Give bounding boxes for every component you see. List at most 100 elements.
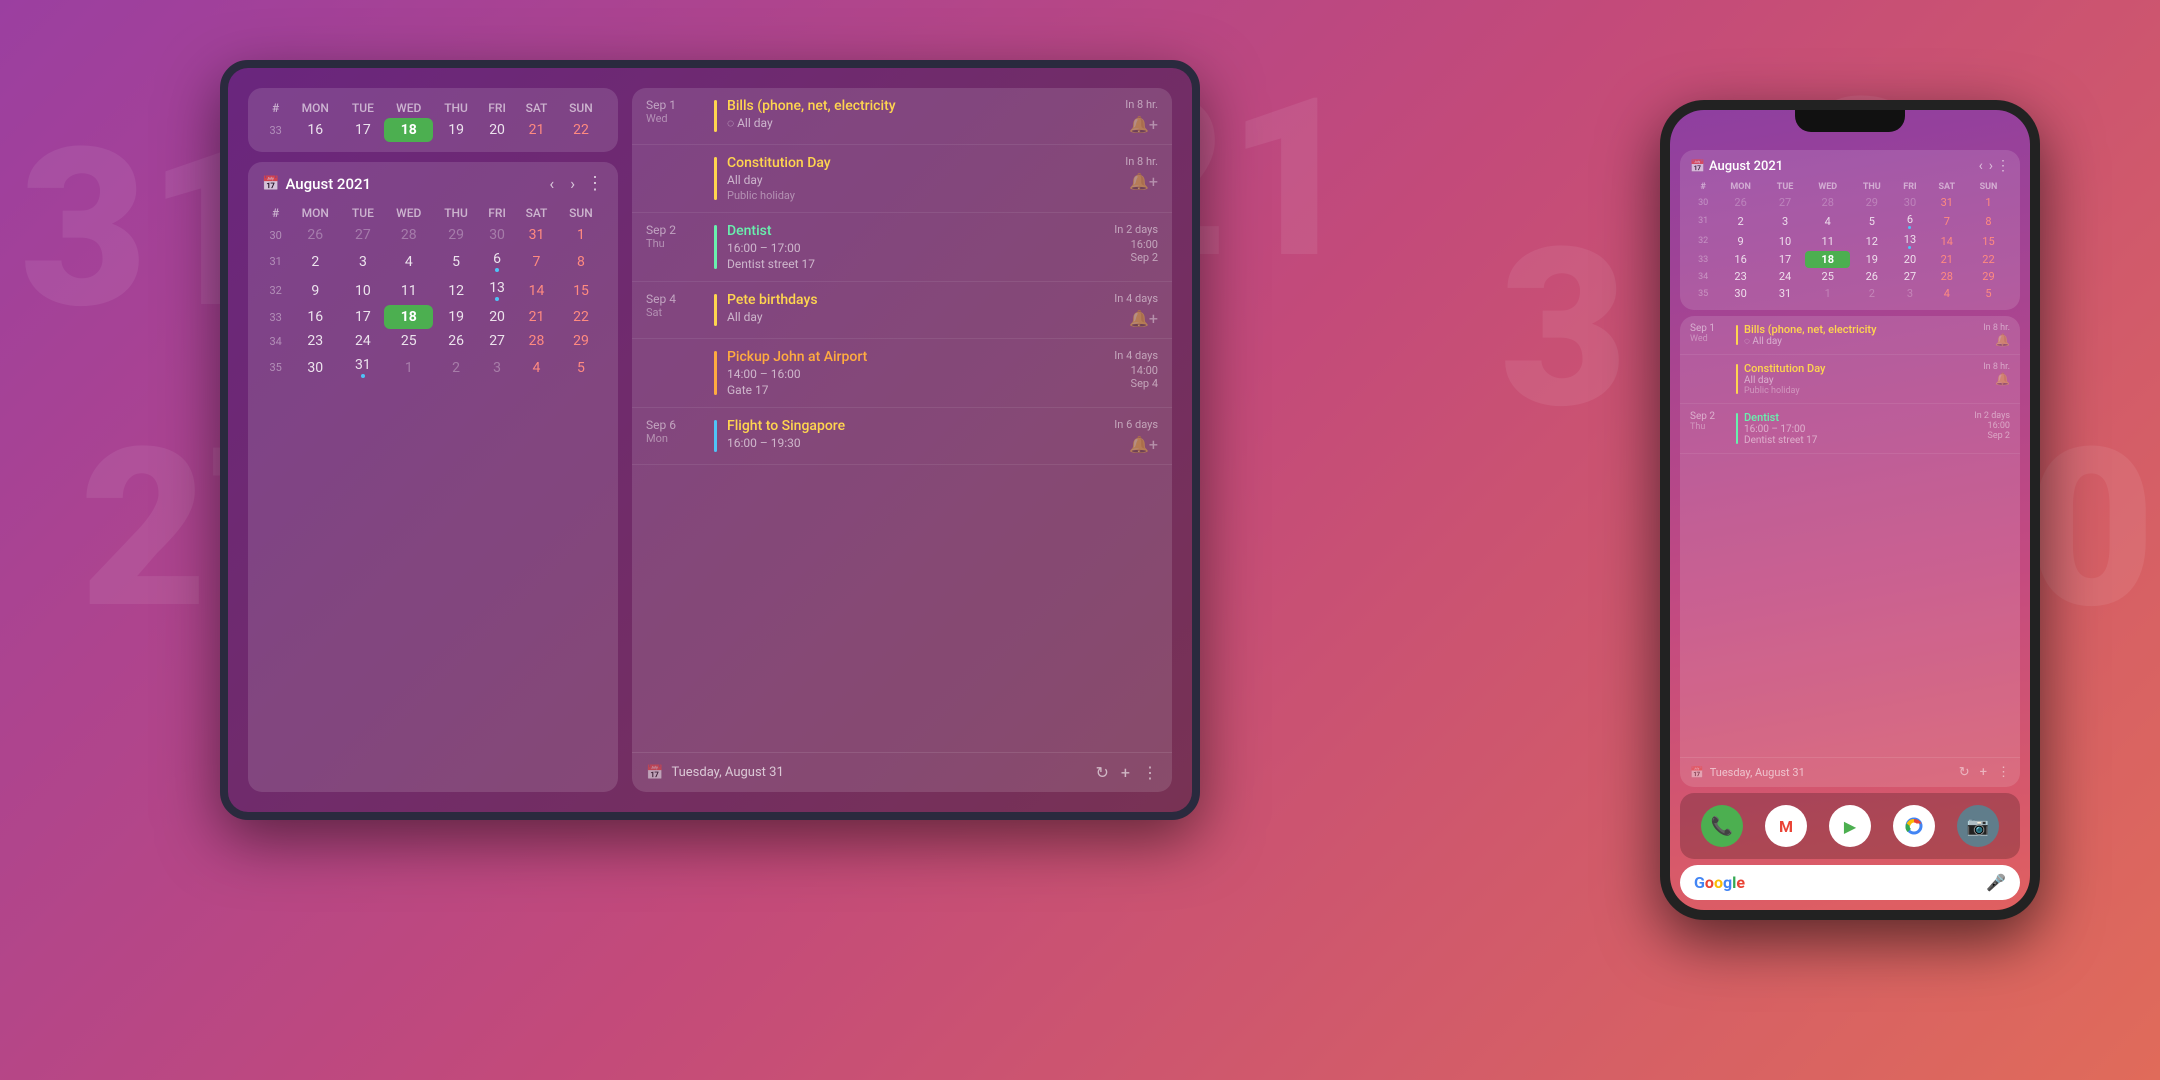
phone-event-item[interactable]: Constitution Day All day Public holiday …	[1680, 355, 2020, 404]
cal-day[interactable]: 25	[1805, 268, 1850, 285]
calendar-more-button[interactable]: ⋮	[586, 173, 604, 194]
event-item[interactable]: Sep 4 Sat Pete birthdays All day In 4 da…	[632, 282, 1172, 339]
next-month-button[interactable]: ›	[565, 172, 580, 195]
cal-day[interactable]: 1	[1805, 285, 1850, 302]
cal-day[interactable]: 28	[515, 329, 558, 353]
cal-day[interactable]: 24	[341, 329, 384, 353]
cal-day[interactable]: 7	[1927, 211, 1967, 231]
cal-day[interactable]: 25	[384, 329, 433, 353]
cal-day[interactable]: 22	[1967, 251, 2010, 268]
cal-day[interactable]: 4	[515, 353, 558, 382]
cal-day[interactable]: 16	[289, 118, 341, 142]
cal-day[interactable]: 20	[479, 305, 515, 329]
cal-day[interactable]: 21	[515, 305, 558, 329]
cal-day[interactable]: 13	[479, 276, 515, 305]
cal-day[interactable]: 16	[1716, 251, 1765, 268]
chrome-app-icon[interactable]	[1893, 805, 1935, 847]
cal-day[interactable]: 11	[1805, 231, 1850, 251]
phone-next-month-button[interactable]: ›	[1986, 158, 1996, 174]
phone-add-button[interactable]: +	[1980, 765, 1987, 780]
cal-day-today[interactable]: 18	[384, 118, 433, 142]
cal-day[interactable]: 29	[1967, 268, 2010, 285]
refresh-button[interactable]: ↻	[1096, 763, 1109, 782]
cal-day[interactable]: 27	[1765, 194, 1805, 211]
cal-day[interactable]: 8	[558, 247, 604, 276]
cal-day[interactable]: 28	[384, 223, 433, 247]
cal-day[interactable]: 31	[1927, 194, 1967, 211]
cal-day[interactable]: 28	[1927, 268, 1967, 285]
phone-calendar-widget[interactable]: 📅 August 2021 ‹ › ⋮ # MON TUE WED THU	[1680, 150, 2020, 310]
cal-day[interactable]: 5	[1967, 285, 2010, 302]
cal-day[interactable]: 4	[1805, 211, 1850, 231]
cal-day-today[interactable]: 18	[1805, 251, 1850, 268]
cal-day[interactable]: 30	[1716, 285, 1765, 302]
more-options-button[interactable]: ⋮	[1142, 763, 1158, 782]
cal-day[interactable]: 9	[289, 276, 341, 305]
phone-alarm-button[interactable]: 🔔	[1995, 333, 2010, 347]
cal-day[interactable]: 10	[1765, 231, 1805, 251]
cal-day[interactable]: 17	[341, 305, 384, 329]
cal-day[interactable]: 2	[1850, 285, 1893, 302]
phone-app-icon[interactable]: 📞	[1701, 805, 1743, 847]
cal-day[interactable]: 22	[558, 305, 604, 329]
cal-day[interactable]: 30	[289, 353, 341, 382]
event-item[interactable]: Sep 6 Mon Flight to Singapore 16:00 – 19…	[632, 408, 1172, 465]
cal-day[interactable]: 8	[1967, 211, 2010, 231]
cal-day[interactable]: 19	[433, 305, 479, 329]
event-item[interactable]: Constitution Day All day Public holiday …	[632, 145, 1172, 213]
google-assistant-icon[interactable]: 🎤	[1986, 873, 2006, 892]
cal-day[interactable]: 16	[289, 305, 341, 329]
cal-day[interactable]: 17	[1765, 251, 1805, 268]
phone-search-bar[interactable]: Google 🎤	[1680, 865, 2020, 900]
event-item[interactable]: Sep 1 Wed Bills (phone, net, electricity…	[632, 88, 1172, 145]
cal-day[interactable]: 1	[1967, 194, 2010, 211]
cal-day[interactable]: 26	[433, 329, 479, 353]
cal-day[interactable]: 4	[1927, 285, 1967, 302]
phone-more-button[interactable]: ⋮	[1997, 765, 2010, 780]
gmail-app-icon[interactable]: M	[1765, 805, 1807, 847]
alarm-add-button[interactable]: 🔔+	[1129, 309, 1158, 328]
cal-day[interactable]: 5	[558, 353, 604, 382]
cal-day[interactable]: 1	[558, 223, 604, 247]
cal-day[interactable]: 15	[558, 276, 604, 305]
phone-calendar-more-button[interactable]: ⋮	[1996, 158, 2010, 174]
cal-day[interactable]: 20	[1893, 251, 1926, 268]
cal-day[interactable]: 4	[384, 247, 433, 276]
cal-day[interactable]: 29	[1850, 194, 1893, 211]
alarm-add-button[interactable]: 🔔+	[1129, 172, 1158, 191]
cal-day[interactable]: 26	[289, 223, 341, 247]
cal-day[interactable]: 12	[433, 276, 479, 305]
cal-day[interactable]: 17	[341, 118, 384, 142]
cal-day[interactable]: 2	[433, 353, 479, 382]
cal-day[interactable]: 21	[1927, 251, 1967, 268]
cal-day[interactable]: 14	[1927, 231, 1967, 251]
cal-day[interactable]: 2	[1716, 211, 1765, 231]
event-item[interactable]: Pickup John at Airport 14:00 – 16:00 Gat…	[632, 339, 1172, 408]
cal-day[interactable]: 9	[1716, 231, 1765, 251]
cal-day[interactable]: 5	[1850, 211, 1893, 231]
play-app-icon[interactable]: ▶	[1829, 805, 1871, 847]
cal-day[interactable]: 2	[289, 247, 341, 276]
camera-app-icon[interactable]: 📷	[1957, 805, 1999, 847]
add-event-button[interactable]: +	[1121, 763, 1130, 782]
cal-day[interactable]: 6	[479, 247, 515, 276]
event-item[interactable]: Sep 2 Thu Dentist 16:00 – 17:00 Dentist …	[632, 213, 1172, 282]
cal-day[interactable]: 30	[479, 223, 515, 247]
cal-day[interactable]: 19	[1850, 251, 1893, 268]
cal-day[interactable]: 24	[1765, 268, 1805, 285]
tablet-mini-calendar[interactable]: # MON TUE WED THU FRI SAT SUN	[248, 88, 618, 152]
cal-day[interactable]: 29	[433, 223, 479, 247]
cal-day[interactable]: 23	[1716, 268, 1765, 285]
tablet-full-calendar[interactable]: 📅 August 2021 ‹ › ⋮ # MON TUE WED	[248, 162, 618, 792]
alarm-add-button[interactable]: 🔔+	[1129, 115, 1158, 134]
cal-day[interactable]: 27	[1893, 268, 1926, 285]
cal-day[interactable]: 1	[384, 353, 433, 382]
cal-day[interactable]: 11	[384, 276, 433, 305]
cal-day[interactable]: 6	[1893, 211, 1926, 231]
cal-day[interactable]: 28	[1805, 194, 1850, 211]
cal-day[interactable]: 26	[1850, 268, 1893, 285]
alarm-add-button[interactable]: 🔔+	[1129, 435, 1158, 454]
cal-day[interactable]: 27	[341, 223, 384, 247]
prev-month-button[interactable]: ‹	[544, 172, 559, 195]
cal-day[interactable]: 29	[558, 329, 604, 353]
